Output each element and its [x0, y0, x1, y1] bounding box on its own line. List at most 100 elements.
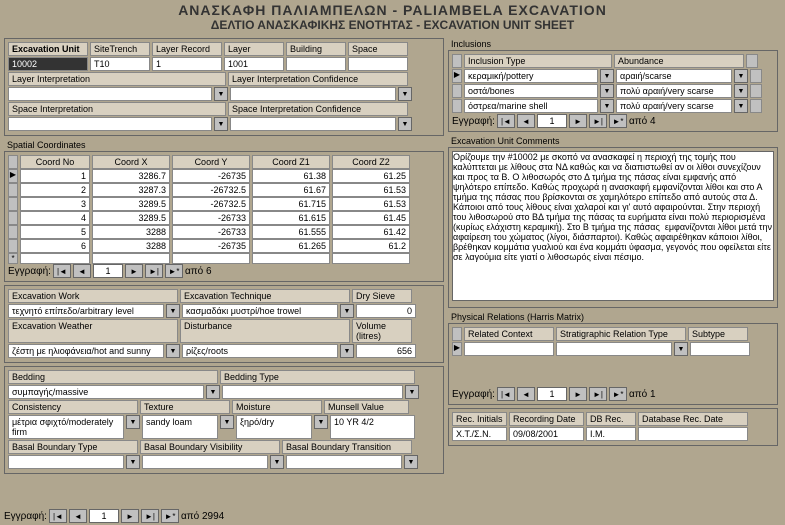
cons-l2: Texture	[140, 400, 230, 414]
layer-conf-val[interactable]	[230, 87, 396, 101]
nav-last[interactable]: ►|	[141, 509, 159, 523]
cons-v4[interactable]: 10 YR 4/2	[330, 415, 415, 439]
dropdown-icon[interactable]: ▼	[398, 117, 412, 131]
nav-first[interactable]: |◄	[497, 114, 515, 128]
dropdown-icon[interactable]: ▼	[126, 415, 140, 429]
dropdown-icon[interactable]: ▼	[734, 99, 748, 113]
space-conf-val[interactable]	[230, 117, 396, 131]
phys-h2: Stratigraphic Relation Type	[556, 327, 686, 341]
table-row[interactable]: κεραμική/pottery	[464, 69, 598, 83]
unit-v4[interactable]: 1001	[224, 57, 284, 71]
nav-page[interactable]	[537, 114, 567, 128]
unit-v2[interactable]: T10	[90, 57, 150, 71]
nav-next[interactable]: ►	[569, 387, 587, 401]
nav-last[interactable]: ►|	[145, 264, 163, 278]
work-v1[interactable]: τεχνητό επίπεδο/arbitrary level	[8, 304, 164, 318]
nav-next[interactable]: ►	[121, 509, 139, 523]
rec-h4: Database Rec. Date	[638, 412, 748, 426]
table-row[interactable]: 2	[20, 183, 90, 197]
dropdown-icon[interactable]: ▼	[600, 99, 614, 113]
nav-last[interactable]: ►|	[589, 114, 607, 128]
basal-v2[interactable]	[142, 455, 268, 469]
nav-first[interactable]: |◄	[49, 509, 67, 523]
phys-v3[interactable]	[690, 342, 750, 356]
phys-v1[interactable]	[464, 342, 554, 356]
nav-last[interactable]: ►|	[589, 387, 607, 401]
nav-prev[interactable]: ◄	[73, 264, 91, 278]
bed-v1[interactable]: συμπαγής/massive	[8, 385, 204, 399]
weather-v2[interactable]: ρίζες/roots	[182, 344, 338, 358]
cons-v3[interactable]: ξηρό/dry	[236, 415, 312, 439]
nav-new[interactable]: ►*	[609, 114, 627, 128]
work-v2[interactable]: κασμαδάκι μυστρί/hoe trowel	[182, 304, 338, 318]
nav-page[interactable]	[89, 509, 119, 523]
nav-next[interactable]: ►	[125, 264, 143, 278]
dropdown-icon[interactable]: ▼	[600, 69, 614, 83]
work-v3[interactable]: 0	[356, 304, 416, 318]
dropdown-icon[interactable]: ▼	[734, 84, 748, 98]
comments-text[interactable]	[452, 151, 774, 301]
dropdown-icon[interactable]: ▼	[674, 342, 688, 356]
rec-v3[interactable]: Ι.Μ.	[586, 427, 636, 441]
basal-v1[interactable]	[8, 455, 124, 469]
rec-v1[interactable]: Χ.Τ./Σ.Ν.	[452, 427, 507, 441]
dropdown-icon[interactable]: ▼	[206, 385, 220, 399]
table-row[interactable]: οστά/bones	[464, 84, 598, 98]
nav-first[interactable]: |◄	[53, 264, 71, 278]
coord-h2: Coord Y	[172, 155, 250, 169]
dropdown-icon[interactable]: ▼	[314, 415, 328, 429]
table-row[interactable]: 6	[20, 239, 90, 253]
dropdown-icon[interactable]: ▼	[214, 117, 228, 131]
nav-prev[interactable]: ◄	[69, 509, 87, 523]
rec-v2[interactable]: 09/08/2001	[509, 427, 584, 441]
basal-v3[interactable]	[286, 455, 402, 469]
cons-v1[interactable]: μέτρια σφιχτό/moderately firm	[8, 415, 124, 439]
nav-page[interactable]	[93, 264, 123, 278]
nav-new[interactable]: ►*	[161, 509, 179, 523]
table-row[interactable]: 3	[20, 197, 90, 211]
unit-v1[interactable]: 10002	[8, 57, 88, 71]
dropdown-icon[interactable]: ▼	[220, 415, 234, 429]
rec-h1: Rec. Initials	[452, 412, 507, 426]
unit-v6[interactable]	[348, 57, 408, 71]
table-row[interactable]: 1	[20, 169, 90, 183]
nav-prev[interactable]: ◄	[517, 114, 535, 128]
nav-prev[interactable]: ◄	[517, 387, 535, 401]
dropdown-icon[interactable]: ▼	[214, 87, 228, 101]
dropdown-icon[interactable]: ▼	[398, 87, 412, 101]
dropdown-icon[interactable]: ▼	[734, 69, 748, 83]
scrollbar[interactable]	[746, 54, 758, 68]
table-row[interactable]: όστρεα/marine shell	[464, 99, 598, 113]
nav-page[interactable]	[537, 387, 567, 401]
basal-l3: Basal Boundary Transition	[282, 440, 412, 454]
dropdown-icon[interactable]: ▼	[270, 455, 284, 469]
nav-new[interactable]: ►*	[165, 264, 183, 278]
space-int-val[interactable]	[8, 117, 212, 131]
dropdown-icon[interactable]: ▼	[404, 455, 418, 469]
rec-v4[interactable]	[638, 427, 748, 441]
weather-v1[interactable]: ζέστη με ηλιοφάνεια/hot and sunny	[8, 344, 164, 358]
table-row[interactable]: 5	[20, 225, 90, 239]
dropdown-icon[interactable]: ▼	[600, 84, 614, 98]
layer-int-label: Layer Interpretation	[8, 72, 226, 86]
dropdown-icon[interactable]: ▼	[340, 344, 354, 358]
nav-next[interactable]: ►	[569, 114, 587, 128]
cons-v2[interactable]: sandy loam	[142, 415, 218, 439]
dropdown-icon[interactable]: ▼	[405, 385, 419, 399]
phys-v2[interactable]	[556, 342, 672, 356]
dropdown-icon[interactable]: ▼	[166, 344, 180, 358]
dropdown-icon[interactable]: ▼	[340, 304, 354, 318]
coord-new[interactable]	[20, 253, 90, 264]
work-l3: Dry Sieve	[352, 289, 412, 303]
weather-v3[interactable]: 656	[356, 344, 416, 358]
unit-v5[interactable]	[286, 57, 346, 71]
bed-v2[interactable]	[222, 385, 403, 399]
nav-first[interactable]: |◄	[497, 387, 515, 401]
nav-new[interactable]: ►*	[609, 387, 627, 401]
dropdown-icon[interactable]: ▼	[166, 304, 180, 318]
work-l2: Excavation Technique	[180, 289, 350, 303]
layer-int-val[interactable]	[8, 87, 212, 101]
dropdown-icon[interactable]: ▼	[126, 455, 140, 469]
table-row[interactable]: 4	[20, 211, 90, 225]
unit-v3[interactable]: 1	[152, 57, 222, 71]
